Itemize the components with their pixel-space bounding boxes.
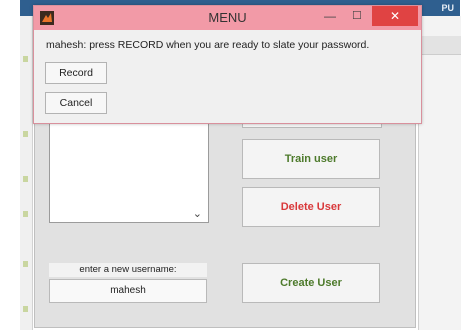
background-right-panel — [418, 16, 461, 330]
background-tab-label: PU — [441, 3, 454, 13]
create-user-button[interactable]: Create User — [242, 263, 380, 303]
background-toolbar — [419, 36, 461, 55]
cancel-button[interactable]: Cancel — [45, 92, 107, 114]
dialog-titlebar[interactable]: MENU — ☐ ✕ — [34, 6, 421, 30]
maximize-icon[interactable]: ☐ — [352, 9, 362, 22]
chevron-down-icon: ⌄ — [192, 208, 202, 220]
delete-user-button[interactable]: Delete User — [242, 187, 380, 227]
close-icon[interactable]: ✕ — [372, 6, 418, 26]
new-username-label: enter a new username: — [49, 263, 207, 277]
minimize-icon[interactable]: — — [324, 9, 336, 23]
dialog-title: MENU — [208, 10, 247, 25]
menu-dialog: MENU — ☐ ✕ mahesh: press RECORD when you… — [33, 5, 422, 124]
record-button[interactable]: Record — [45, 62, 107, 84]
background-left-panel — [20, 16, 33, 330]
dialog-prompt: mahesh: press RECORD when you are ready … — [46, 39, 370, 51]
user-listbox[interactable]: ⌄ — [49, 121, 209, 223]
username-input[interactable]: mahesh — [49, 279, 207, 303]
train-user-button[interactable]: Train user — [242, 139, 380, 179]
